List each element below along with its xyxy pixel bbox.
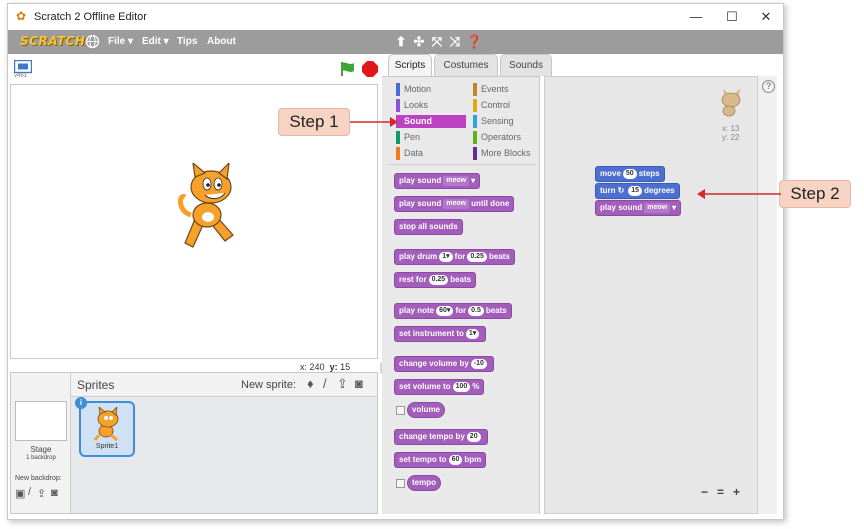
- category-control[interactable]: Control: [473, 99, 537, 112]
- sprite-y-position: y: 22: [722, 133, 740, 142]
- stage-thumbnail[interactable]: [15, 401, 67, 441]
- category-operators[interactable]: Operators: [473, 131, 537, 144]
- block-set-volume[interactable]: set volume to 100%: [394, 379, 485, 395]
- block-set-instrument[interactable]: set instrument to 1▾: [394, 326, 487, 342]
- menu-edit[interactable]: Edit ▾: [142, 36, 169, 47]
- stage-backdrop-count: 1 backdrop: [26, 455, 56, 461]
- scripts-area[interactable]: x: 13 y: 22 move 50 steps turn ↻ 15 degrees p…: [544, 76, 758, 514]
- reporter-tempo[interactable]: tempo: [407, 475, 441, 491]
- sprite-info-icon[interactable]: i: [75, 397, 87, 409]
- category-sensing[interactable]: Sensing: [473, 115, 537, 128]
- block-play-drum[interactable]: play drum 1▾ for 0.25 beats: [394, 249, 515, 265]
- upload-sprite-icon[interactable]: ⇪: [337, 376, 348, 392]
- tempo-monitor-checkbox[interactable]: [396, 479, 405, 488]
- menu-tips[interactable]: Tips: [177, 36, 197, 47]
- shrink-icon[interactable]: ⤨: [448, 34, 462, 49]
- block-play-sound[interactable]: play sound meow ▾: [394, 173, 481, 189]
- minimize-button[interactable]: —: [684, 8, 708, 26]
- globe-icon[interactable]: [85, 34, 100, 49]
- title-bar: ✿ Scratch 2 Offline Editor — ☐ ✕: [8, 4, 783, 30]
- tab-costumes[interactable]: Costumes: [434, 54, 498, 76]
- close-button[interactable]: ✕: [754, 8, 778, 26]
- stop-sign-icon[interactable]: [362, 61, 378, 77]
- sprites-header: Sprites New sprite: ♦ / ⇪ ◙: [71, 373, 377, 397]
- category-pen[interactable]: Pen: [396, 131, 462, 144]
- draw-backdrop-icon[interactable]: /: [28, 486, 31, 498]
- green-flag-icon[interactable]: [340, 61, 356, 77]
- category-events[interactable]: Events: [473, 83, 537, 96]
- sprites-pane: Stage 1 backdrop New backdrop: ▣ / ⇪ ◙ S…: [10, 372, 378, 514]
- category-motion[interactable]: Motion: [396, 83, 462, 96]
- maximize-button[interactable]: ☐: [720, 8, 744, 26]
- scratch-cat-sprite[interactable]: [177, 163, 249, 251]
- sprite-library-icon[interactable]: ♦: [307, 376, 314, 391]
- block-rest-for[interactable]: rest for 0.25 beats: [394, 272, 477, 288]
- tab-scripts[interactable]: Scripts: [388, 54, 432, 77]
- tab-sounds[interactable]: Sounds: [500, 54, 552, 76]
- tips-strip: ?: [758, 76, 777, 514]
- block-play-sound-until-done[interactable]: play sound meow until done: [394, 196, 515, 212]
- block-stop-all-sounds[interactable]: stop all sounds: [394, 219, 463, 235]
- new-backdrop-label: New backdrop:: [15, 475, 62, 482]
- window-title: Scratch 2 Offline Editor: [34, 11, 147, 23]
- mouse-coordinates: x: 240 y: 15: [300, 362, 351, 372]
- sprite-thumbnail-cat: [93, 407, 119, 441]
- stage-column: Stage 1 backdrop New backdrop: ▣ / ⇪ ◙: [11, 373, 71, 513]
- block-help-icon[interactable]: ❓: [466, 34, 482, 49]
- category-looks[interactable]: Looks: [396, 99, 462, 112]
- category-sound[interactable]: Sound: [396, 115, 466, 128]
- block-play-note[interactable]: play note 60▾ for 0.5 beats: [394, 303, 512, 319]
- duplicate-stamp-icon[interactable]: ⬆: [394, 34, 408, 49]
- arrow-step-2: [697, 189, 781, 199]
- scratch-logo[interactable]: SCRATCH: [16, 33, 89, 50]
- scratch-cat-app-icon: ✿: [16, 9, 27, 23]
- stage-toolbar: v461: [10, 56, 378, 82]
- zoom-out-button[interactable]: −: [701, 485, 708, 499]
- category-data[interactable]: Data: [396, 147, 462, 160]
- menu-file[interactable]: File ▾: [108, 36, 133, 47]
- sprite-x-position: x: 13: [722, 124, 740, 133]
- block-change-volume[interactable]: change volume by -10: [394, 356, 494, 372]
- camera-backdrop-icon[interactable]: ◙: [51, 487, 58, 499]
- script-block-move[interactable]: move 50 steps: [595, 166, 665, 182]
- paint-backdrop-icon[interactable]: ▣: [15, 487, 25, 500]
- turn-clockwise-icon: ↻: [617, 186, 625, 195]
- category-more-blocks[interactable]: More Blocks: [473, 147, 537, 160]
- editor-tabs: Scripts Costumes Sounds: [382, 50, 552, 77]
- camera-sprite-icon[interactable]: ◙: [355, 376, 363, 391]
- upload-backdrop-icon[interactable]: ⇪: [37, 487, 46, 500]
- version-label: v461: [14, 73, 28, 79]
- menu-about[interactable]: About: [207, 36, 236, 47]
- volume-monitor-checkbox[interactable]: [396, 406, 405, 415]
- callout-step-1: Step 1: [278, 108, 350, 136]
- reporter-volume[interactable]: volume: [407, 402, 446, 418]
- script-block-play-sound[interactable]: play sound meow ▾: [595, 200, 682, 216]
- stage-label: Stage: [30, 445, 52, 454]
- cut-scissors-icon[interactable]: ✣: [412, 34, 426, 49]
- palette-divider: [388, 164, 536, 165]
- block-change-tempo[interactable]: change tempo by 20: [394, 429, 488, 445]
- callout-step-2: Step 2: [779, 180, 851, 208]
- current-sprite-cat-icon: [721, 89, 741, 117]
- arrow-step-1: [350, 117, 398, 127]
- sprite-tile-sprite1[interactable]: Sprite1: [79, 401, 135, 457]
- help-icon[interactable]: ?: [762, 80, 775, 93]
- sprites-title: Sprites: [77, 378, 115, 392]
- sprite-name: Sprite1: [95, 443, 119, 450]
- grow-icon[interactable]: ⤧: [430, 34, 444, 49]
- paint-sprite-icon[interactable]: /: [323, 376, 327, 391]
- block-set-tempo[interactable]: set tempo to 60 bpm: [394, 452, 487, 468]
- new-sprite-label: New sprite:: [241, 379, 297, 391]
- zoom-in-button[interactable]: +: [733, 485, 740, 499]
- zoom-reset-button[interactable]: =: [717, 485, 724, 499]
- script-block-turn[interactable]: turn ↻ 15 degrees: [595, 183, 680, 199]
